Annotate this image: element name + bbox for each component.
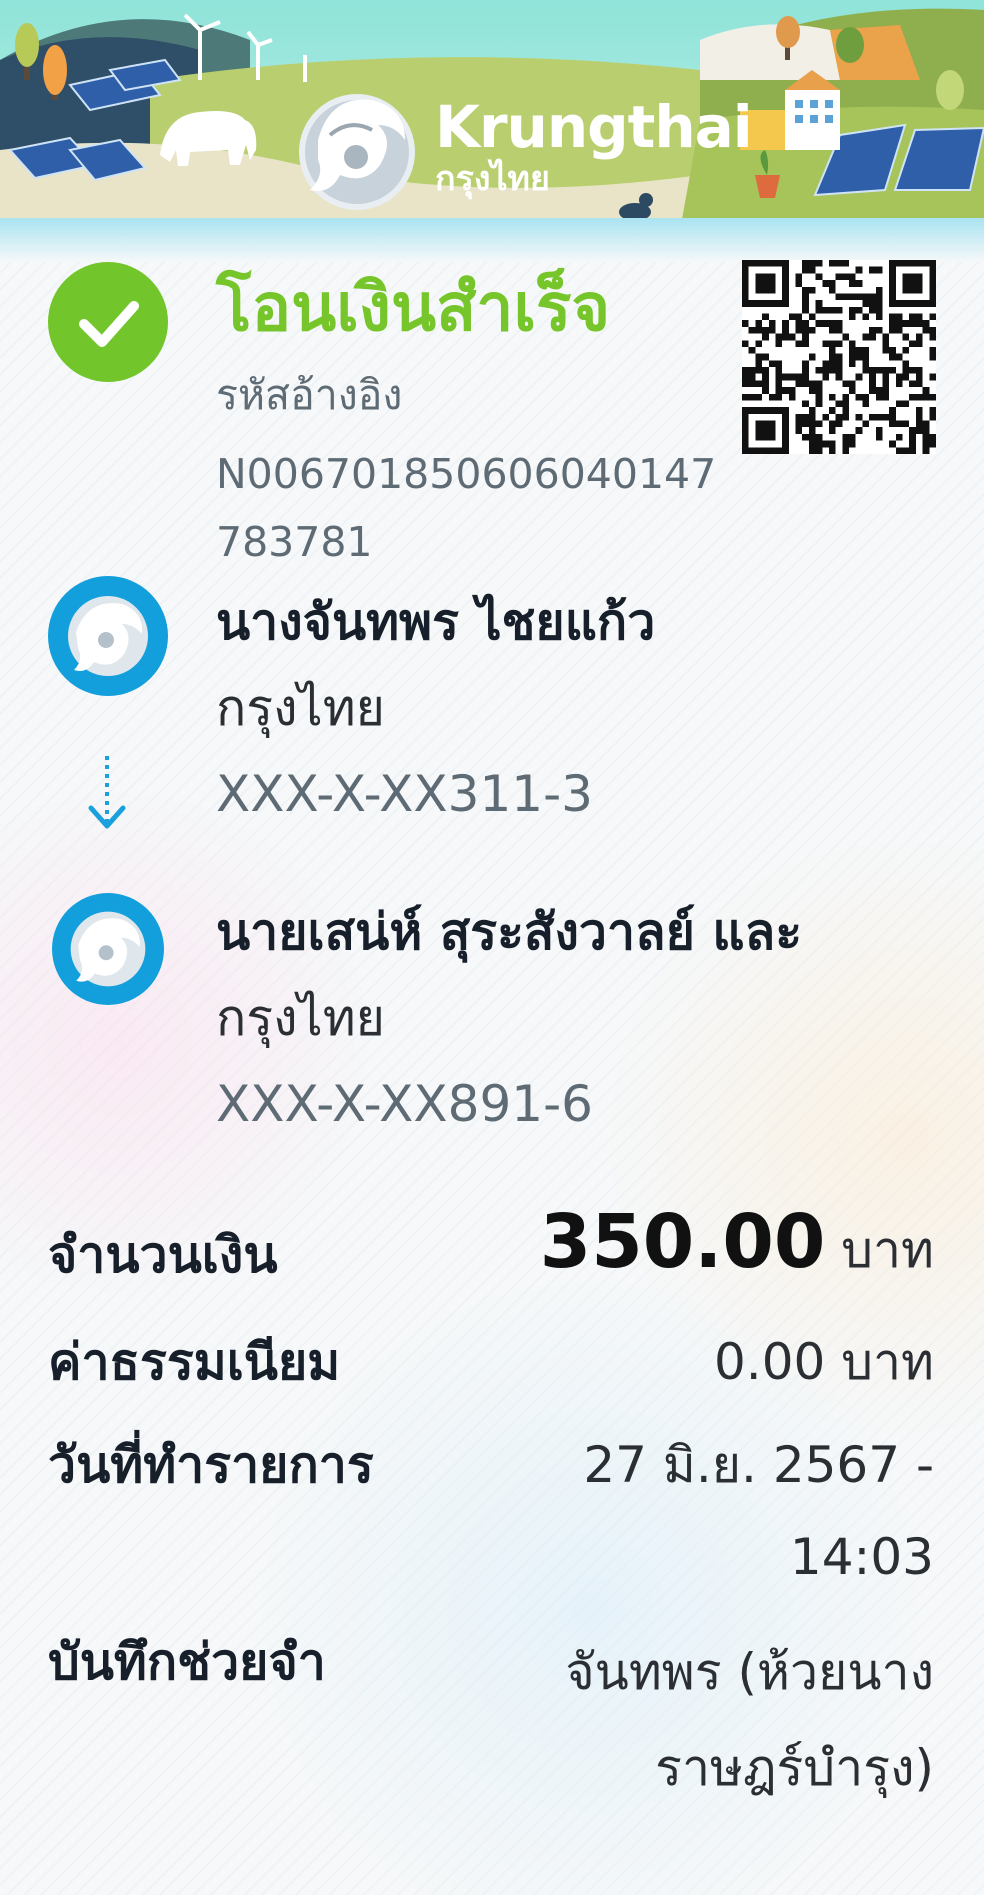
amount-value: 350.00 (539, 1199, 826, 1285)
sender-account: XXX-X-XX311-3 (216, 765, 593, 823)
fee-value: 0.00 บาท (714, 1333, 934, 1391)
amount-value-row: 350.00 บาท (540, 1205, 934, 1280)
sender-name: นางจันทพร ไชยแก้ว (216, 593, 656, 651)
brand-name-en: Krungthai (435, 93, 753, 161)
receiver-bank-logo (52, 893, 164, 1005)
fee-label: ค่าธรรมเนียม (48, 1333, 341, 1391)
krungthai-banner: Krungthai กรุงไทย (0, 0, 984, 262)
note-value: จันทพร (ห้วยนางราษฎร์บำรุง) (565, 1643, 934, 1797)
time-value: 14:03 (789, 1528, 934, 1586)
reference-label: รหัสอ้างอิง (216, 371, 403, 419)
note-label: บันทึกช่วยจำ (48, 1633, 326, 1691)
receiver-bank: กรุงไทย (216, 989, 385, 1047)
transfer-success-title: โอนเงินสำเร็จ (216, 269, 611, 346)
receiver-account: XXX-X-XX891-6 (216, 1075, 593, 1133)
sender-bank-logo (48, 576, 168, 696)
transfer-arrow-down-icon (88, 756, 126, 829)
date-label: วันที่ทำรายการ (48, 1436, 374, 1494)
amount-unit: บาท (841, 1221, 934, 1279)
brand-name-th: กรุงไทย (435, 159, 550, 199)
reference-number: N006701850606040147783781 (216, 450, 717, 566)
receiver-name: นายเสน่ห์ สุระสังวาลย์ และ (216, 903, 803, 961)
date-value: 27 มิ.ย. 2567 - (583, 1436, 934, 1494)
brand-wordmark: Krungthai กรุงไทย (435, 93, 753, 199)
success-check-icon (48, 262, 168, 382)
sender-bank: กรุงไทย (216, 679, 385, 737)
verification-qr-code[interactable] (742, 260, 936, 454)
amount-label: จำนวนเงิน (48, 1226, 278, 1284)
